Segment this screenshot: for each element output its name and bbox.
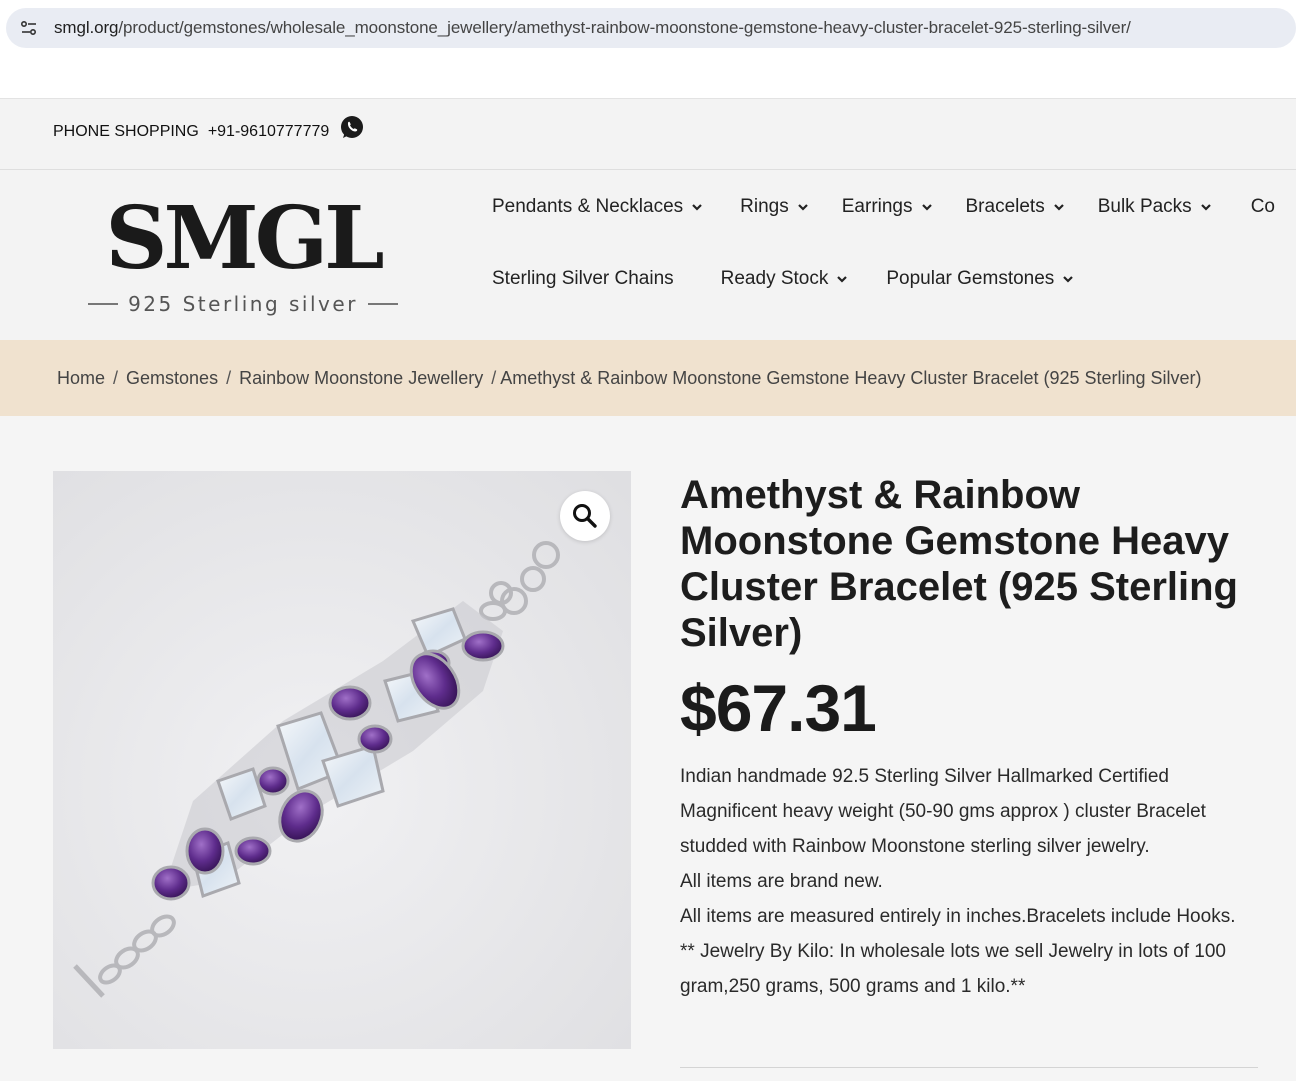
chevron-down-icon	[692, 204, 702, 211]
nav-row-2: Sterling Silver Chains Ready Stock Popul…	[492, 264, 1275, 294]
nav-label: Bracelets	[965, 196, 1045, 217]
logo-tagline: 925 Sterling silver	[88, 292, 398, 316]
whatsapp-icon[interactable]	[339, 115, 365, 141]
breadcrumb: Home / Gemstones / Rainbow Moonstone Jew…	[0, 340, 1296, 416]
nav-label: Rings	[740, 196, 789, 217]
phone-shopping: PHONE SHOPPING +91-9610777779	[53, 116, 365, 141]
address-bar[interactable]: smgl.org/product/gemstones/wholesale_moo…	[6, 8, 1296, 48]
breadcrumb-current: Amethyst & Rainbow Moonstone Gemstone He…	[500, 367, 1202, 388]
logo-tagline-text: 925 Sterling silver	[128, 292, 358, 316]
logo-wordmark: SMGL	[105, 188, 384, 289]
breadcrumb-separator: /	[113, 367, 119, 388]
url-path: /product/gemstones/wholesale_moonstone_j…	[118, 18, 1131, 37]
nav-label: Earrings	[841, 196, 913, 217]
browser-chrome: smgl.org/product/gemstones/wholesale_moo…	[0, 0, 1296, 99]
logo-dash-right	[367, 303, 398, 305]
phone-label: PHONE SHOPPING	[53, 123, 199, 140]
nav-item-earrings[interactable]: Earrings	[842, 196, 933, 218]
nav-label: Ready Stock	[720, 268, 829, 289]
breadcrumb-gemstones[interactable]: Gemstones	[126, 368, 218, 389]
description-paragraph: Indian handmade 92.5 Sterling Silver Hal…	[680, 766, 1206, 857]
nav-label: Pendants & Necklaces	[492, 196, 684, 217]
product-price: $67.31	[680, 671, 877, 745]
nav-label: Bulk Packs	[1097, 196, 1192, 217]
site-header: SMGL 925 Sterling silver Pendants & Neck…	[0, 170, 1296, 340]
site-logo[interactable]: SMGL 925 Sterling silver	[88, 188, 398, 322]
product-description: Indian handmade 92.5 Sterling Silver Hal…	[680, 759, 1270, 1004]
breadcrumb-rainbow-moonstone[interactable]: Rainbow Moonstone Jewellery	[239, 368, 483, 389]
top-info-bar: PHONE SHOPPING +91-9610777779	[0, 99, 1296, 170]
breadcrumb-separator: /	[491, 367, 497, 388]
nav-item-bracelets[interactable]: Bracelets	[966, 196, 1065, 218]
nav-label: Sterling Silver Chains	[492, 268, 674, 289]
product-title: Amethyst & Rainbow Moonstone Gemstone He…	[680, 473, 1238, 655]
chevron-down-icon	[837, 276, 848, 283]
logo-dash-left	[88, 303, 119, 305]
url-text[interactable]: smgl.org/product/gemstones/wholesale_moo…	[54, 18, 1131, 38]
magnifier-icon	[573, 504, 597, 528]
nav-item-popular-gemstones[interactable]: Popular Gemstones	[886, 268, 1074, 290]
description-paragraph: All items are measured entirely in inche…	[680, 906, 1236, 927]
nav-item-cut-off[interactable]: Co	[1251, 196, 1275, 218]
nav-item-sterling-silver-chains[interactable]: Sterling Silver Chains	[492, 268, 674, 290]
product-image[interactable]	[53, 471, 631, 1049]
chevron-down-icon	[921, 204, 932, 211]
url-host: smgl.org	[54, 18, 119, 37]
bracelet-illustration	[53, 471, 631, 1049]
zoom-button[interactable]	[560, 491, 610, 541]
description-paragraph: All items are brand new.	[680, 871, 883, 892]
main-nav: Pendants & Necklaces Rings Earrings Brac…	[492, 192, 1275, 294]
description-paragraph: ** Jewelry By Kilo: In wholesale lots we…	[680, 941, 1226, 997]
phone-number[interactable]: +91-9610777779	[208, 123, 329, 141]
chevron-down-icon	[1063, 276, 1074, 283]
nav-label: Popular Gemstones	[886, 268, 1055, 289]
chevron-down-icon	[1053, 204, 1064, 211]
nav-label: Co	[1250, 196, 1275, 217]
chevron-down-icon	[797, 204, 808, 211]
section-divider	[680, 1067, 1258, 1068]
nav-item-bulk-packs[interactable]: Bulk Packs	[1098, 196, 1212, 218]
nav-item-pendants-necklaces[interactable]: Pendants & Necklaces	[492, 196, 703, 218]
breadcrumb-home[interactable]: Home	[57, 368, 105, 389]
nav-item-ready-stock[interactable]: Ready Stock	[721, 268, 849, 290]
nav-row-1: Pendants & Necklaces Rings Earrings Brac…	[492, 192, 1275, 222]
nav-item-rings[interactable]: Rings	[740, 196, 809, 218]
breadcrumb-separator: /	[226, 367, 232, 388]
tune-icon[interactable]	[18, 17, 40, 39]
chevron-down-icon	[1200, 204, 1211, 211]
